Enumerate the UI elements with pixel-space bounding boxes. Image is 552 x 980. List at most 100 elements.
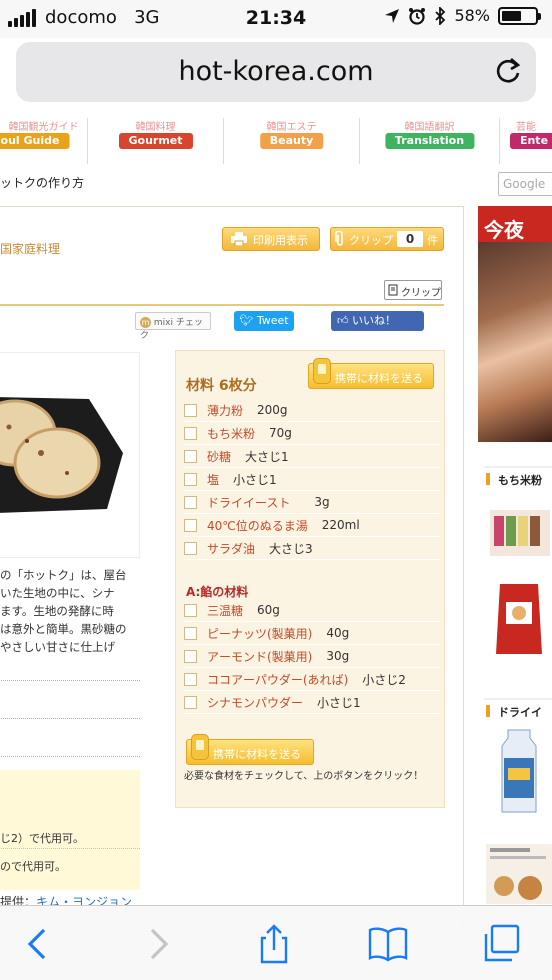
printer-icon bbox=[231, 232, 247, 246]
ingredient-amount: 60g bbox=[257, 603, 280, 617]
clip-small-icon bbox=[388, 284, 398, 296]
send-to-phone-button-bottom[interactable]: 携帯に材料を送る bbox=[186, 734, 314, 765]
ingredient-checkbox[interactable] bbox=[184, 626, 197, 640]
reload-icon[interactable] bbox=[492, 56, 524, 88]
ingredient-row[interactable]: サラダ油 大さじ3 bbox=[184, 537, 440, 560]
ingredient-row[interactable]: ピーナッツ(製菓用) 40g bbox=[184, 622, 440, 645]
ingredient-amount: 40g bbox=[326, 626, 350, 640]
ingredient-checkbox[interactable] bbox=[184, 672, 197, 686]
battery-icon bbox=[498, 6, 541, 25]
forward-icon[interactable] bbox=[138, 924, 178, 964]
mixi-check-button[interactable]: m mixi チェック bbox=[135, 312, 211, 341]
google-search-input[interactable]: Google bbox=[498, 172, 552, 196]
nav-tab-entertainment[interactable]: 芸能 Ente bbox=[500, 118, 552, 164]
ingredients-panel: 材料 6枚分 携帯に材料を送る 薄力粉 200g もち米粉 70g 砂糖 大さじ1 塩… bbox=[175, 350, 445, 808]
bookmarks-icon[interactable] bbox=[368, 924, 408, 964]
product-image[interactable] bbox=[486, 844, 552, 904]
ingredient-row[interactable]: 三温糖 60g bbox=[184, 599, 440, 622]
ingredient-name: ココアーパウダー(あれば) bbox=[207, 672, 349, 687]
filling-title: A:餡の材料 bbox=[186, 585, 249, 599]
sidebar-heading: ドライイ bbox=[484, 698, 552, 720]
ingredient-checkbox[interactable] bbox=[184, 541, 197, 555]
clip-button[interactable]: クリップ 0 件 bbox=[330, 227, 444, 251]
clip-count: 0 bbox=[397, 231, 423, 247]
ingredient-amount: 大さじ3 bbox=[269, 541, 313, 556]
back-icon[interactable] bbox=[18, 924, 58, 964]
ingredient-checkbox[interactable] bbox=[184, 472, 197, 486]
nav-tab-translation[interactable]: 韓国語翻訳 Translation bbox=[360, 118, 500, 164]
sidebar-heading: もち米粉 bbox=[484, 466, 552, 488]
nav-tab-label: Gourmet bbox=[118, 133, 193, 149]
print-button[interactable]: 印刷用表示 bbox=[222, 227, 320, 251]
product-image[interactable] bbox=[486, 728, 552, 814]
ingredient-checkbox[interactable] bbox=[184, 603, 197, 617]
location-icon bbox=[385, 8, 400, 23]
ingredient-name: 砂糖 bbox=[207, 449, 232, 464]
ingredient-row[interactable]: ココアーパウダー(あれば) 小さじ2 bbox=[184, 668, 440, 691]
site-nav: 韓国観光ガイド oul Guide 韓国料理 Gourmet 韓国エステ Bea… bbox=[0, 118, 552, 164]
ingredient-row[interactable]: シナモンパウダー 小さじ1 bbox=[184, 691, 440, 714]
clip-unit: 件 bbox=[427, 234, 438, 247]
description-line: やさしい甘さに仕上げ bbox=[0, 640, 115, 654]
ingredient-name: ドライイースト bbox=[207, 495, 291, 510]
share-icon[interactable] bbox=[254, 924, 294, 964]
product-image[interactable] bbox=[486, 578, 552, 658]
tweet-button[interactable]: 🐦︎ Tweet bbox=[234, 311, 294, 331]
alarm-icon bbox=[409, 7, 426, 25]
description-line: いた生地の中に、シナ bbox=[0, 586, 115, 600]
ad-title: 今夜 bbox=[484, 218, 524, 242]
recipe-category: 国家庭料理 bbox=[0, 242, 61, 256]
ingredient-row[interactable]: 砂糖 大さじ1 bbox=[184, 445, 440, 468]
side-ad-banner[interactable]: 今夜 bbox=[478, 206, 552, 442]
ingredient-amount: 30g bbox=[326, 649, 350, 663]
ingredient-amount: 70g bbox=[269, 426, 292, 440]
description-line: は意外と簡単。黒砂糖の bbox=[0, 622, 127, 636]
ingredient-checkbox[interactable] bbox=[184, 649, 197, 663]
ingredient-checkbox[interactable] bbox=[184, 495, 197, 509]
product-image[interactable] bbox=[486, 500, 552, 570]
divider bbox=[0, 304, 444, 306]
ingredients-title: 材料 6枚分 bbox=[186, 378, 257, 394]
ingredient-row[interactable]: 塩小さじ1 bbox=[184, 468, 440, 491]
nav-tab-subtitle: 芸能 bbox=[516, 122, 536, 133]
ingredient-row[interactable]: もち米粉 70g bbox=[184, 422, 440, 445]
ingredient-row[interactable]: ドライイースト 3g bbox=[184, 491, 440, 514]
paperclip-icon bbox=[335, 231, 343, 246]
send-to-phone-button[interactable]: 携帯に材料を送る bbox=[308, 358, 434, 389]
nav-tab-label: Ente bbox=[509, 133, 552, 149]
ingredient-name: 40℃位のぬるま湯 bbox=[207, 518, 308, 533]
note-line: じ2）で代用可。 bbox=[0, 832, 84, 845]
browser-toolbar bbox=[0, 905, 552, 980]
clip-small-button[interactable]: クリップ bbox=[384, 280, 442, 300]
ingredient-checkbox[interactable] bbox=[184, 695, 197, 709]
nav-tab-gourmet[interactable]: 韓国料理 Gourmet bbox=[88, 118, 224, 164]
mixi-icon: m bbox=[140, 317, 151, 328]
ingredient-name: 三温糖 bbox=[207, 603, 244, 618]
nav-tab-guide[interactable]: 韓国観光ガイド oul Guide bbox=[0, 118, 88, 164]
nav-tab-label: oul Guide bbox=[0, 133, 70, 149]
ingredient-row[interactable]: 40℃位のぬるま湯 220ml bbox=[184, 514, 440, 537]
url-text[interactable]: hot-korea.com bbox=[16, 56, 536, 87]
nav-tab-beauty[interactable]: 韓国エステ Beauty bbox=[224, 118, 360, 164]
ad-photo bbox=[478, 242, 552, 442]
ingredient-checkbox[interactable] bbox=[184, 403, 197, 417]
ingredient-row[interactable]: 薄力粉 200g bbox=[184, 399, 440, 422]
ingredient-checkbox[interactable] bbox=[184, 426, 197, 440]
clip-label: クリップ bbox=[349, 234, 393, 247]
send-to-phone-label: 携帯に材料を送る bbox=[335, 372, 423, 385]
facebook-like-button[interactable]: 👍︎ いいね！ 146 bbox=[331, 311, 424, 347]
tabs-icon[interactable] bbox=[482, 924, 522, 964]
like-label: いいね！ bbox=[352, 314, 396, 327]
ingredient-amount: 小さじ1 bbox=[317, 695, 361, 710]
phone-icon bbox=[191, 734, 209, 760]
ingredient-row[interactable]: アーモンド(製菓用) 30g bbox=[184, 645, 440, 668]
ingredient-checkbox[interactable] bbox=[184, 518, 197, 532]
nav-tab-subtitle: 韓国料理 bbox=[135, 122, 176, 133]
ingredient-checkbox[interactable] bbox=[184, 449, 197, 463]
ingredient-name: 薄力粉 bbox=[207, 403, 244, 418]
ingredient-name: サラダ油 bbox=[207, 541, 256, 556]
ingredient-amount: 大さじ1 bbox=[245, 449, 289, 464]
dotted-divider bbox=[0, 718, 140, 719]
address-bar[interactable]: hot-korea.com bbox=[16, 42, 536, 102]
tweet-label: Tweet bbox=[256, 314, 289, 327]
